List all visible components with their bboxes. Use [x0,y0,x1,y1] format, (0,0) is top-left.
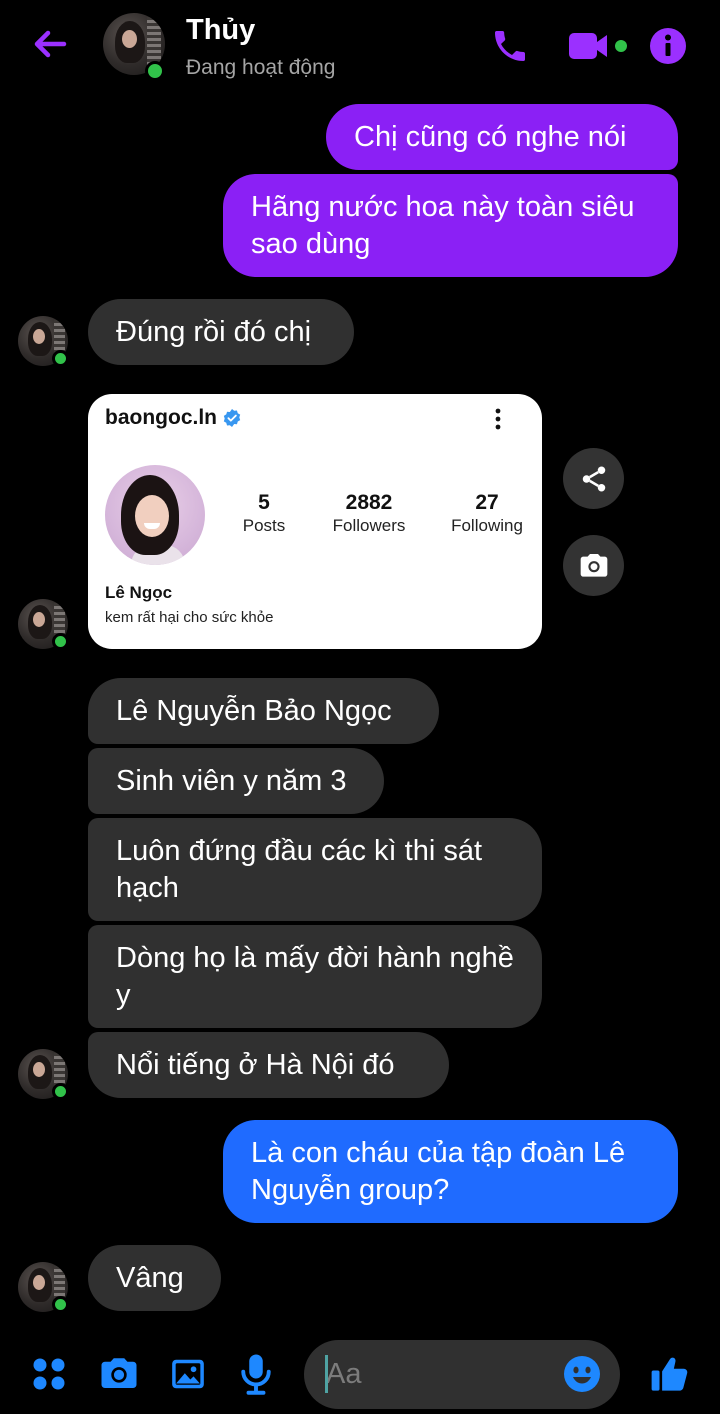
call-button[interactable] [488,24,532,68]
camera-button[interactable] [97,1352,141,1396]
message-text: Vâng [116,1262,184,1294]
back-button[interactable] [30,24,70,64]
incoming-message[interactable]: Luôn đứng đầu các kì thi sát hạch [88,818,542,921]
posts-stat: 5 Posts [238,491,290,537]
phone-icon [495,31,525,61]
posts-label: Posts [242,516,286,535]
card-display-name: Lê Ngọc [105,583,173,602]
verified-badge-icon [223,409,241,427]
info-icon [650,28,686,64]
followers-stat: 2882 Followers [328,491,410,537]
card-bio: kem rất hại cho sức khỏe [105,609,274,626]
card-username-text: baongoc.ln [105,406,217,429]
save-photo-button[interactable] [563,535,624,596]
outgoing-message[interactable]: Chị cũng có nghe nói [326,104,678,170]
online-indicator [52,350,69,367]
card-profile-photo [105,465,205,565]
message-text: Hãng nước hoa này toàn siêu sao dùng [251,191,635,260]
camera-icon [101,1358,137,1388]
thumbs-up-icon [651,1357,688,1391]
online-indicator [145,61,165,81]
online-indicator [52,633,69,650]
incoming-message[interactable]: Nổi tiếng ở Hà Nội đó [88,1032,449,1098]
apps-grid-icon [33,1358,65,1390]
message-text: Nổi tiếng ở Hà Nội đó [116,1049,395,1081]
info-button[interactable] [648,24,688,68]
outgoing-message[interactable]: Hãng nước hoa này toàn siêu sao dùng [223,174,678,277]
contact-name[interactable]: Thủy [186,14,255,47]
message-text: Lê Nguyễn Bảo Ngọc [116,695,392,727]
following-label: Following [451,516,523,535]
incoming-message[interactable]: Dòng họ là mấy đời hành nghề y [88,925,542,1028]
emoji-icon[interactable] [563,1355,601,1393]
message-text: Là con cháu của tập đoàn Lê Nguyễn group… [251,1137,626,1206]
incoming-message[interactable]: Lê Nguyễn Bảo Ngọc [88,678,439,744]
incoming-message[interactable]: Vâng [88,1245,221,1311]
message-text: Sinh viên y năm 3 [116,765,347,797]
message-input-field[interactable] [304,1340,620,1409]
apps-button[interactable] [27,1352,71,1396]
text-cursor [325,1355,328,1393]
message-text: Chị cũng có nghe nói [354,121,627,153]
gallery-icon [172,1359,204,1389]
card-username: baongoc.ln [105,406,241,430]
online-indicator [52,1296,69,1313]
incoming-message[interactable]: Đúng rồi đó chị [88,299,354,365]
share-button[interactable] [563,448,624,509]
message-text: Dòng họ là mấy đời hành nghề y [116,942,514,1011]
posts-count: 5 [258,491,270,514]
active-status: Đang hoạt động [186,56,336,79]
following-count: 27 [475,491,499,514]
like-button[interactable] [648,1352,692,1396]
message-text: Đúng rồi đó chị [116,316,312,348]
video-call-button[interactable] [566,24,632,68]
video-camera-icon [569,33,627,59]
back-arrow-icon [34,30,67,58]
gallery-button[interactable] [166,1352,210,1396]
chat-header: Thủy Đang hoạt động [0,0,720,92]
online-indicator [52,1083,69,1100]
voice-button[interactable] [234,1352,278,1396]
followers-label: Followers [332,516,406,535]
incoming-message[interactable]: Sinh viên y năm 3 [88,748,384,814]
profile-card[interactable]: baongoc.ln 5 Posts 2882 Followers 27 Fol… [88,394,542,649]
message-input[interactable] [326,1354,556,1394]
following-stat: 27 Following [446,491,528,537]
microphone-icon [241,1354,271,1395]
share-icon [582,466,605,491]
outgoing-message[interactable]: Là con cháu của tập đoàn Lê Nguyễn group… [223,1120,678,1223]
message-text: Luôn đứng đầu các kì thi sát hạch [116,835,483,904]
followers-count: 2882 [345,491,393,514]
more-vertical-icon[interactable] [488,406,508,432]
camera-icon [580,553,607,577]
